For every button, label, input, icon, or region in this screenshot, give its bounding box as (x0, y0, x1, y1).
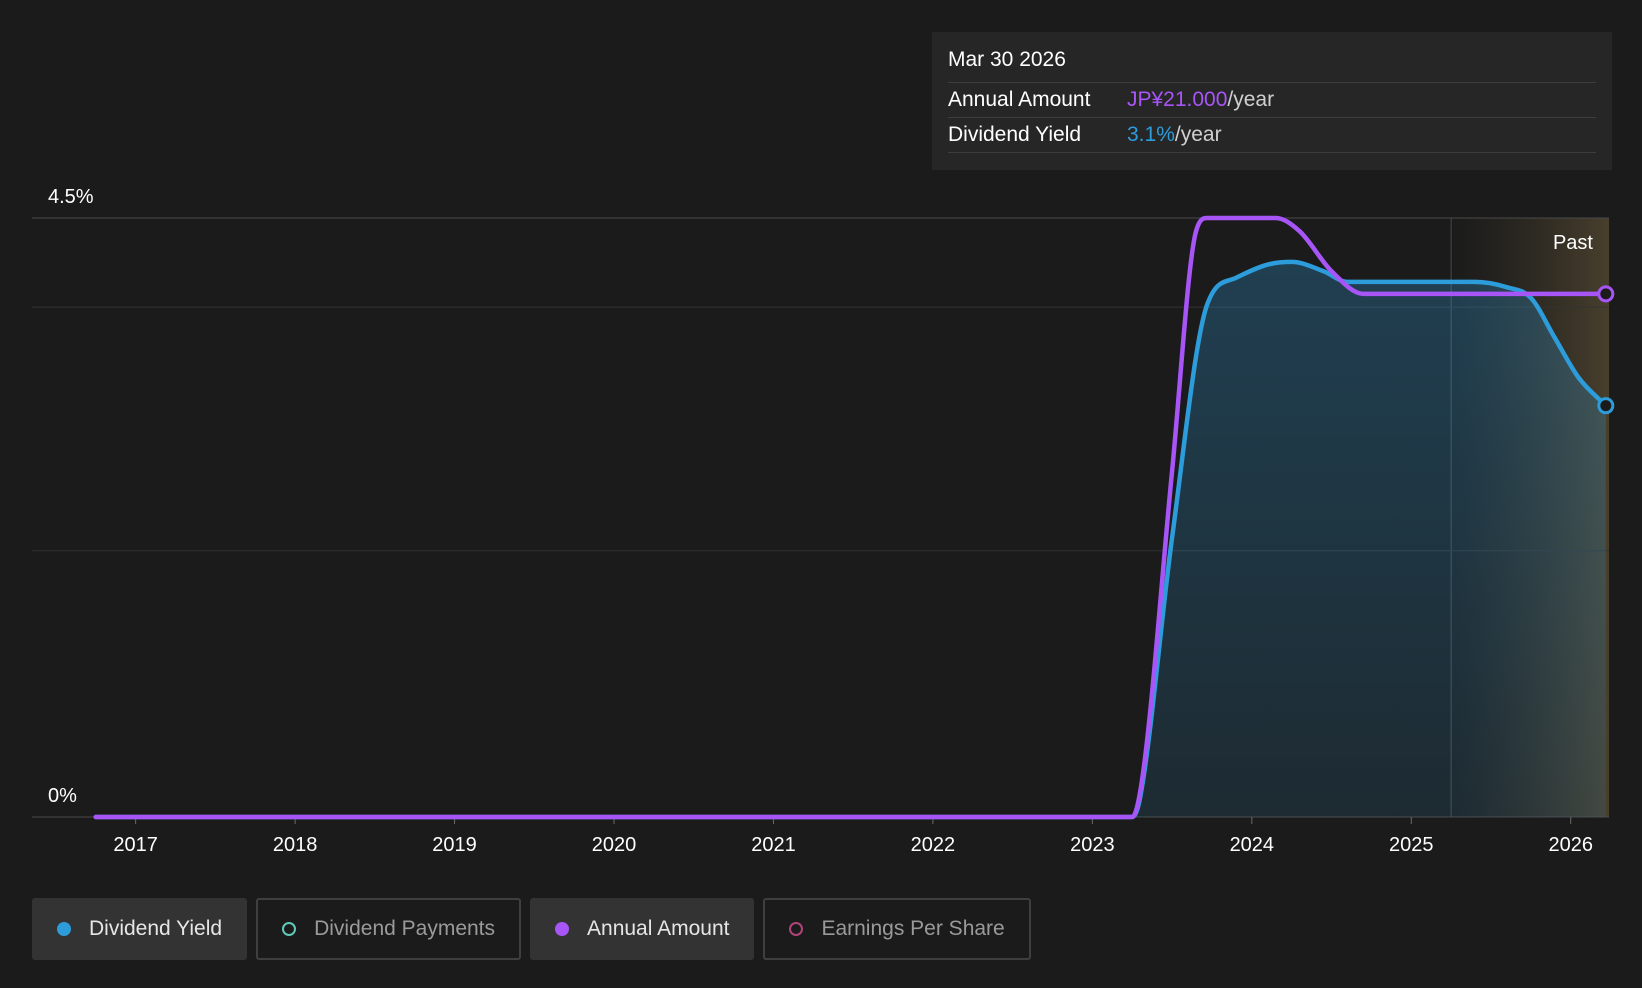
legend-toggle-dividend-yield[interactable]: Dividend Yield (32, 898, 248, 960)
tooltip: Mar 30 2026 Annual Amount JP¥21.000 /yea… (932, 32, 1612, 170)
tooltip-row-dividend-yield: Dividend Yield 3.1% /year (948, 118, 1596, 153)
tooltip-label: Annual Amount (948, 88, 1091, 111)
x-tick-label: 2024 (1230, 834, 1275, 856)
earnings-per-share-legend-icon (789, 922, 804, 936)
dividend-yield-area (95, 261, 1606, 818)
x-tick-label: 2017 (113, 834, 158, 856)
legend-label: Earnings Per Share (821, 917, 1005, 940)
past-label: Past (1553, 232, 1593, 254)
x-tick-label: 2022 (911, 834, 956, 856)
tooltip-row-annual-amount: Annual Amount JP¥21.000 /year (948, 83, 1596, 118)
dividend-yield-end-marker (1597, 397, 1615, 415)
x-tick-label: 2026 (1548, 834, 1593, 856)
x-tick-label: 2020 (592, 834, 637, 856)
legend-toggle-earnings-per-share[interactable]: Earnings Per Share (763, 898, 1031, 960)
legend-toggle-annual-amount[interactable]: Annual Amount (530, 898, 755, 960)
tooltip-unit: /year (1227, 88, 1275, 111)
y-tick-label: 4.5% (48, 186, 94, 208)
legend: Dividend Yield Dividend Payments Annual … (32, 898, 1031, 960)
x-axis-labels: 2017 2018 2019 2020 2021 2022 2023 2024 2025 2026 (113, 817, 1593, 856)
annual-amount-end-marker (1597, 285, 1615, 303)
legend-label: Dividend Payments (314, 917, 496, 940)
annual-amount-legend-icon (555, 922, 570, 936)
tooltip-value: JP¥21.000 (1127, 88, 1228, 111)
y-tick-label: 0% (48, 785, 77, 807)
legend-label: Dividend Yield (89, 917, 223, 940)
tooltip-unit: /year (1174, 123, 1222, 146)
legend-toggle-dividend-payments[interactable]: Dividend Payments (256, 898, 522, 960)
x-tick-label: 2023 (1070, 834, 1115, 856)
tooltip-date: Mar 30 2026 (948, 46, 1596, 83)
x-tick-label: 2019 (432, 834, 477, 856)
y-axis-labels: 4.5% 0% (48, 186, 94, 807)
x-tick-label: 2018 (273, 834, 318, 856)
tooltip-label: Dividend Yield (948, 123, 1082, 146)
tooltip-value: 3.1% (1127, 123, 1175, 146)
dividend-yield-legend-icon (57, 922, 71, 936)
x-tick-label: 2025 (1389, 834, 1434, 856)
dividend-payments-legend-icon (282, 922, 297, 936)
x-tick-label: 2021 (751, 834, 796, 856)
legend-label: Annual Amount (587, 917, 730, 940)
